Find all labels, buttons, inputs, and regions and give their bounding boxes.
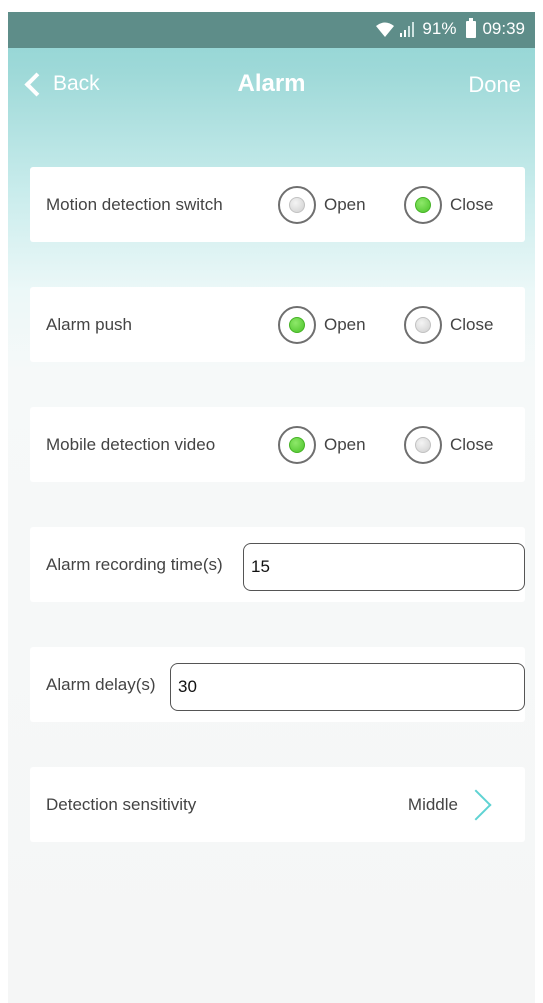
alarm-push-label: Alarm push	[46, 315, 132, 334]
radio-icon	[278, 306, 316, 344]
open-label: Open	[324, 315, 366, 334]
radio-icon	[404, 426, 442, 464]
alarm-delay-row: Alarm delay(s) 30	[30, 647, 525, 722]
radio-dot-selected	[289, 437, 305, 453]
detection-sensitivity-value: Middle	[407, 795, 458, 814]
status-icons: 91% 09:39	[376, 17, 525, 39]
radio-icon	[278, 186, 316, 224]
radio-icon	[404, 306, 442, 344]
mobile-detection-video-label: Mobile detection video	[46, 435, 216, 454]
radio-dot	[415, 317, 431, 333]
clock: 09:39	[482, 19, 525, 38]
battery-icon	[466, 17, 477, 38]
alarm-delay-input[interactable]: 30	[170, 663, 525, 711]
page-title: Alarm	[237, 70, 306, 97]
radio-icon	[404, 186, 442, 224]
mobile-detection-video-close-radio[interactable]: Close	[404, 423, 493, 467]
open-label: Open	[324, 435, 366, 454]
open-label: Open	[324, 195, 366, 214]
detection-sensitivity-row[interactable]: Detection sensitivity Middle	[30, 767, 525, 842]
close-label: Close	[450, 435, 494, 454]
alarm-push-row: Alarm push Open Close	[30, 287, 525, 362]
signal-icon	[400, 21, 415, 37]
wifi-icon	[376, 22, 395, 37]
radio-dot-selected	[415, 197, 431, 213]
motion-detection-row: Motion detection switch Open Close	[30, 167, 525, 242]
chevron-right-icon[interactable]	[460, 789, 492, 821]
alarm-push-open-radio[interactable]: Open	[278, 303, 366, 347]
mobile-detection-video-row: Mobile detection video Open Close	[30, 407, 525, 482]
alarm-recording-time-label: Alarm recording time(s)	[46, 555, 223, 574]
radio-icon	[278, 426, 316, 464]
alarm-delay-label: Alarm delay(s)	[46, 675, 156, 694]
alarm-recording-time-input[interactable]: 15	[243, 543, 525, 591]
mobile-detection-video-open-radio[interactable]: Open	[278, 423, 366, 467]
motion-detection-close-radio[interactable]: Close	[404, 183, 493, 227]
close-label: Close	[450, 195, 494, 214]
status-bar: 91% 09:39	[8, 12, 535, 48]
radio-dot-selected	[289, 317, 305, 333]
detection-sensitivity-label: Detection sensitivity	[46, 795, 197, 814]
motion-detection-label: Motion detection switch	[46, 195, 223, 214]
motion-detection-open-radio[interactable]: Open	[278, 183, 366, 227]
done-button[interactable]: Done	[468, 72, 521, 98]
radio-dot	[289, 197, 305, 213]
nav-bar: Back Alarm Done	[8, 48, 535, 126]
alarm-recording-time-row: Alarm recording time(s) 15	[30, 527, 525, 602]
alarm-push-close-radio[interactable]: Close	[404, 303, 493, 347]
close-label: Close	[450, 315, 494, 334]
battery-percent: 91%	[422, 19, 457, 38]
radio-dot	[415, 437, 431, 453]
alarm-settings-screen: 91% 09:39 Back Alarm Done Motion detecti…	[8, 12, 535, 1003]
